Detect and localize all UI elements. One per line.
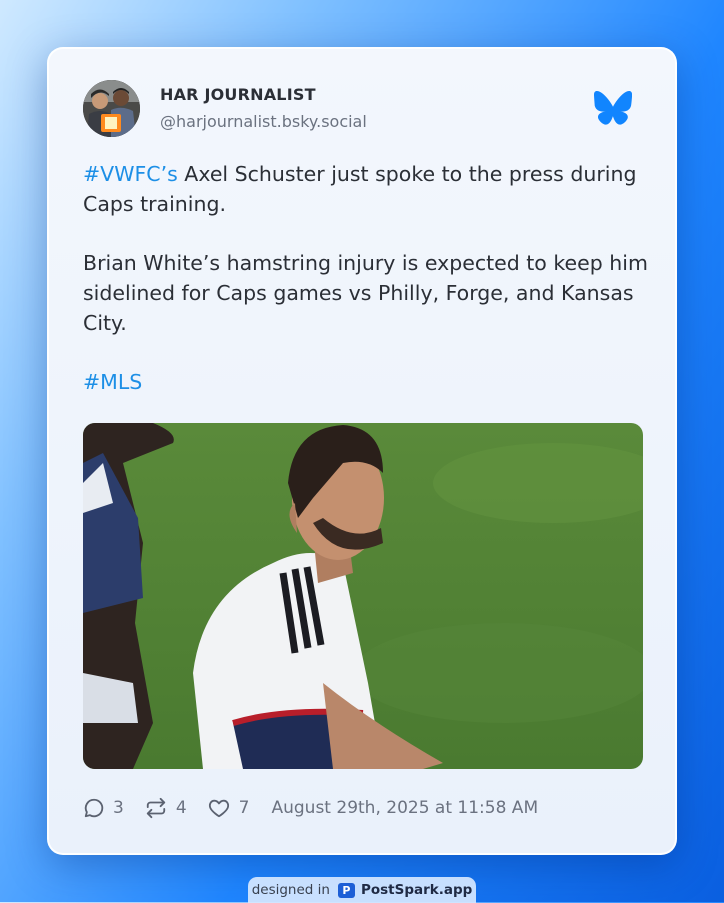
avatar[interactable]	[83, 80, 140, 137]
repost-button[interactable]: 4	[144, 797, 187, 819]
hashtag-mls[interactable]: #MLS	[83, 370, 142, 394]
comment-icon	[84, 798, 104, 818]
like-count: 7	[238, 798, 250, 818]
post-paragraph-1: #VWFC’s Axel Schuster just spoke to the …	[83, 159, 653, 219]
badge-prefix: designed in	[251, 882, 330, 898]
post-footer: 3 4 7 August 29th, 2025 at 11:58 AM	[83, 794, 538, 822]
author-name[interactable]: HAR JOURNALIST	[160, 85, 316, 104]
repost-count: 4	[175, 798, 187, 818]
bluesky-butterfly-icon[interactable]	[594, 91, 633, 125]
badge-brand: PostSpark.app	[360, 882, 473, 898]
post-card: HAR JOURNALIST @harjournalist.bsky.socia…	[47, 47, 677, 855]
author-handle[interactable]: @harjournalist.bsky.social	[160, 112, 367, 131]
reply-button[interactable]: 3	[83, 797, 124, 819]
post-text: #VWFC’s Axel Schuster just spoke to the …	[83, 159, 653, 426]
post-media-image[interactable]	[83, 423, 643, 769]
repost-icon	[146, 797, 165, 819]
heart-icon	[208, 799, 229, 818]
like-button[interactable]: 7	[207, 797, 250, 819]
reply-count: 3	[113, 798, 124, 818]
designed-in-badge[interactable]: designed in P PostSpark.app	[248, 877, 476, 903]
hashtag-vwfc[interactable]: #VWFC’s	[83, 162, 178, 186]
post-timestamp[interactable]: August 29th, 2025 at 11:58 AM	[271, 798, 538, 818]
post-paragraph-2: Brian White’s hamstring injury is expect…	[83, 251, 648, 335]
post-paragraph-3: #MLS	[83, 367, 653, 397]
postspark-logo-icon: P	[337, 882, 355, 898]
